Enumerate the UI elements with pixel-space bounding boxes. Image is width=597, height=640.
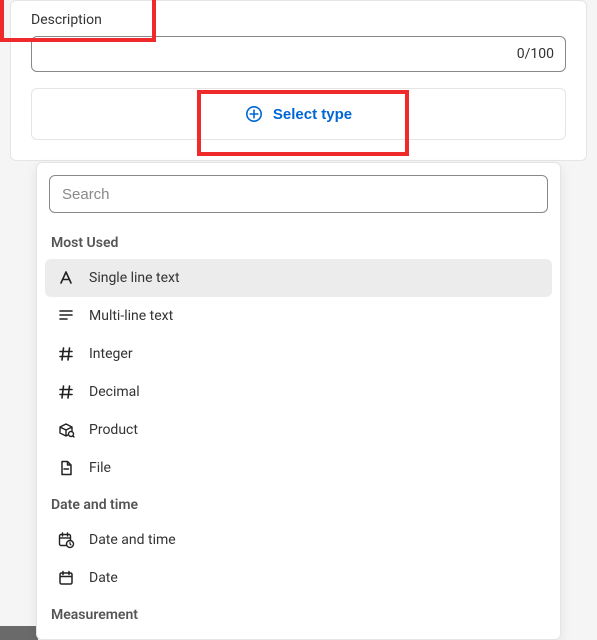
type-option-label: Integer <box>89 346 133 362</box>
description-input-wrap: 0/100 <box>31 36 566 72</box>
search-wrap <box>37 163 560 225</box>
type-option-label: Decimal <box>89 384 140 400</box>
description-input[interactable] <box>31 36 566 72</box>
type-option[interactable]: Decimal <box>45 373 552 411</box>
hash-icon <box>57 345 75 363</box>
plus-circle-icon <box>245 105 263 123</box>
section-header: Measurement <box>45 597 552 631</box>
options-list[interactable]: Most Used Single line text Multi-line text… <box>37 225 560 639</box>
description-label: Description <box>31 12 102 28</box>
multiline-icon <box>57 307 75 325</box>
type-option-label: File <box>89 460 111 476</box>
type-option[interactable]: Product <box>45 411 552 449</box>
hash-icon <box>57 383 75 401</box>
type-option[interactable]: Single line text <box>45 259 552 297</box>
date-icon <box>57 569 75 587</box>
file-icon <box>57 459 75 477</box>
type-option-label: Multi-line text <box>89 308 173 324</box>
section-header: Most Used <box>45 225 552 259</box>
type-option-label: Product <box>89 422 138 438</box>
select-type-label: Select type <box>273 106 352 123</box>
type-option[interactable]: Date and time <box>45 521 552 559</box>
type-option-label: Date <box>89 570 118 586</box>
section-header: Date and time <box>45 487 552 521</box>
product-icon <box>57 421 75 439</box>
type-option[interactable]: File <box>45 449 552 487</box>
type-dropdown-panel: Most Used Single line text Multi-line text… <box>36 162 561 640</box>
search-input[interactable] <box>49 175 548 213</box>
type-option[interactable]: Multi-line text <box>45 297 552 335</box>
bottom-strip <box>0 626 38 640</box>
type-option-label: Single line text <box>89 270 180 286</box>
datetime-icon <box>57 531 75 549</box>
type-option[interactable]: Date <box>45 559 552 597</box>
select-type-button[interactable]: Select type <box>31 88 566 140</box>
type-option[interactable]: Integer <box>45 335 552 373</box>
text-a-icon <box>57 269 75 287</box>
field-card: Description 0/100 Select type <box>10 0 587 161</box>
type-option-label: Date and time <box>89 532 176 548</box>
